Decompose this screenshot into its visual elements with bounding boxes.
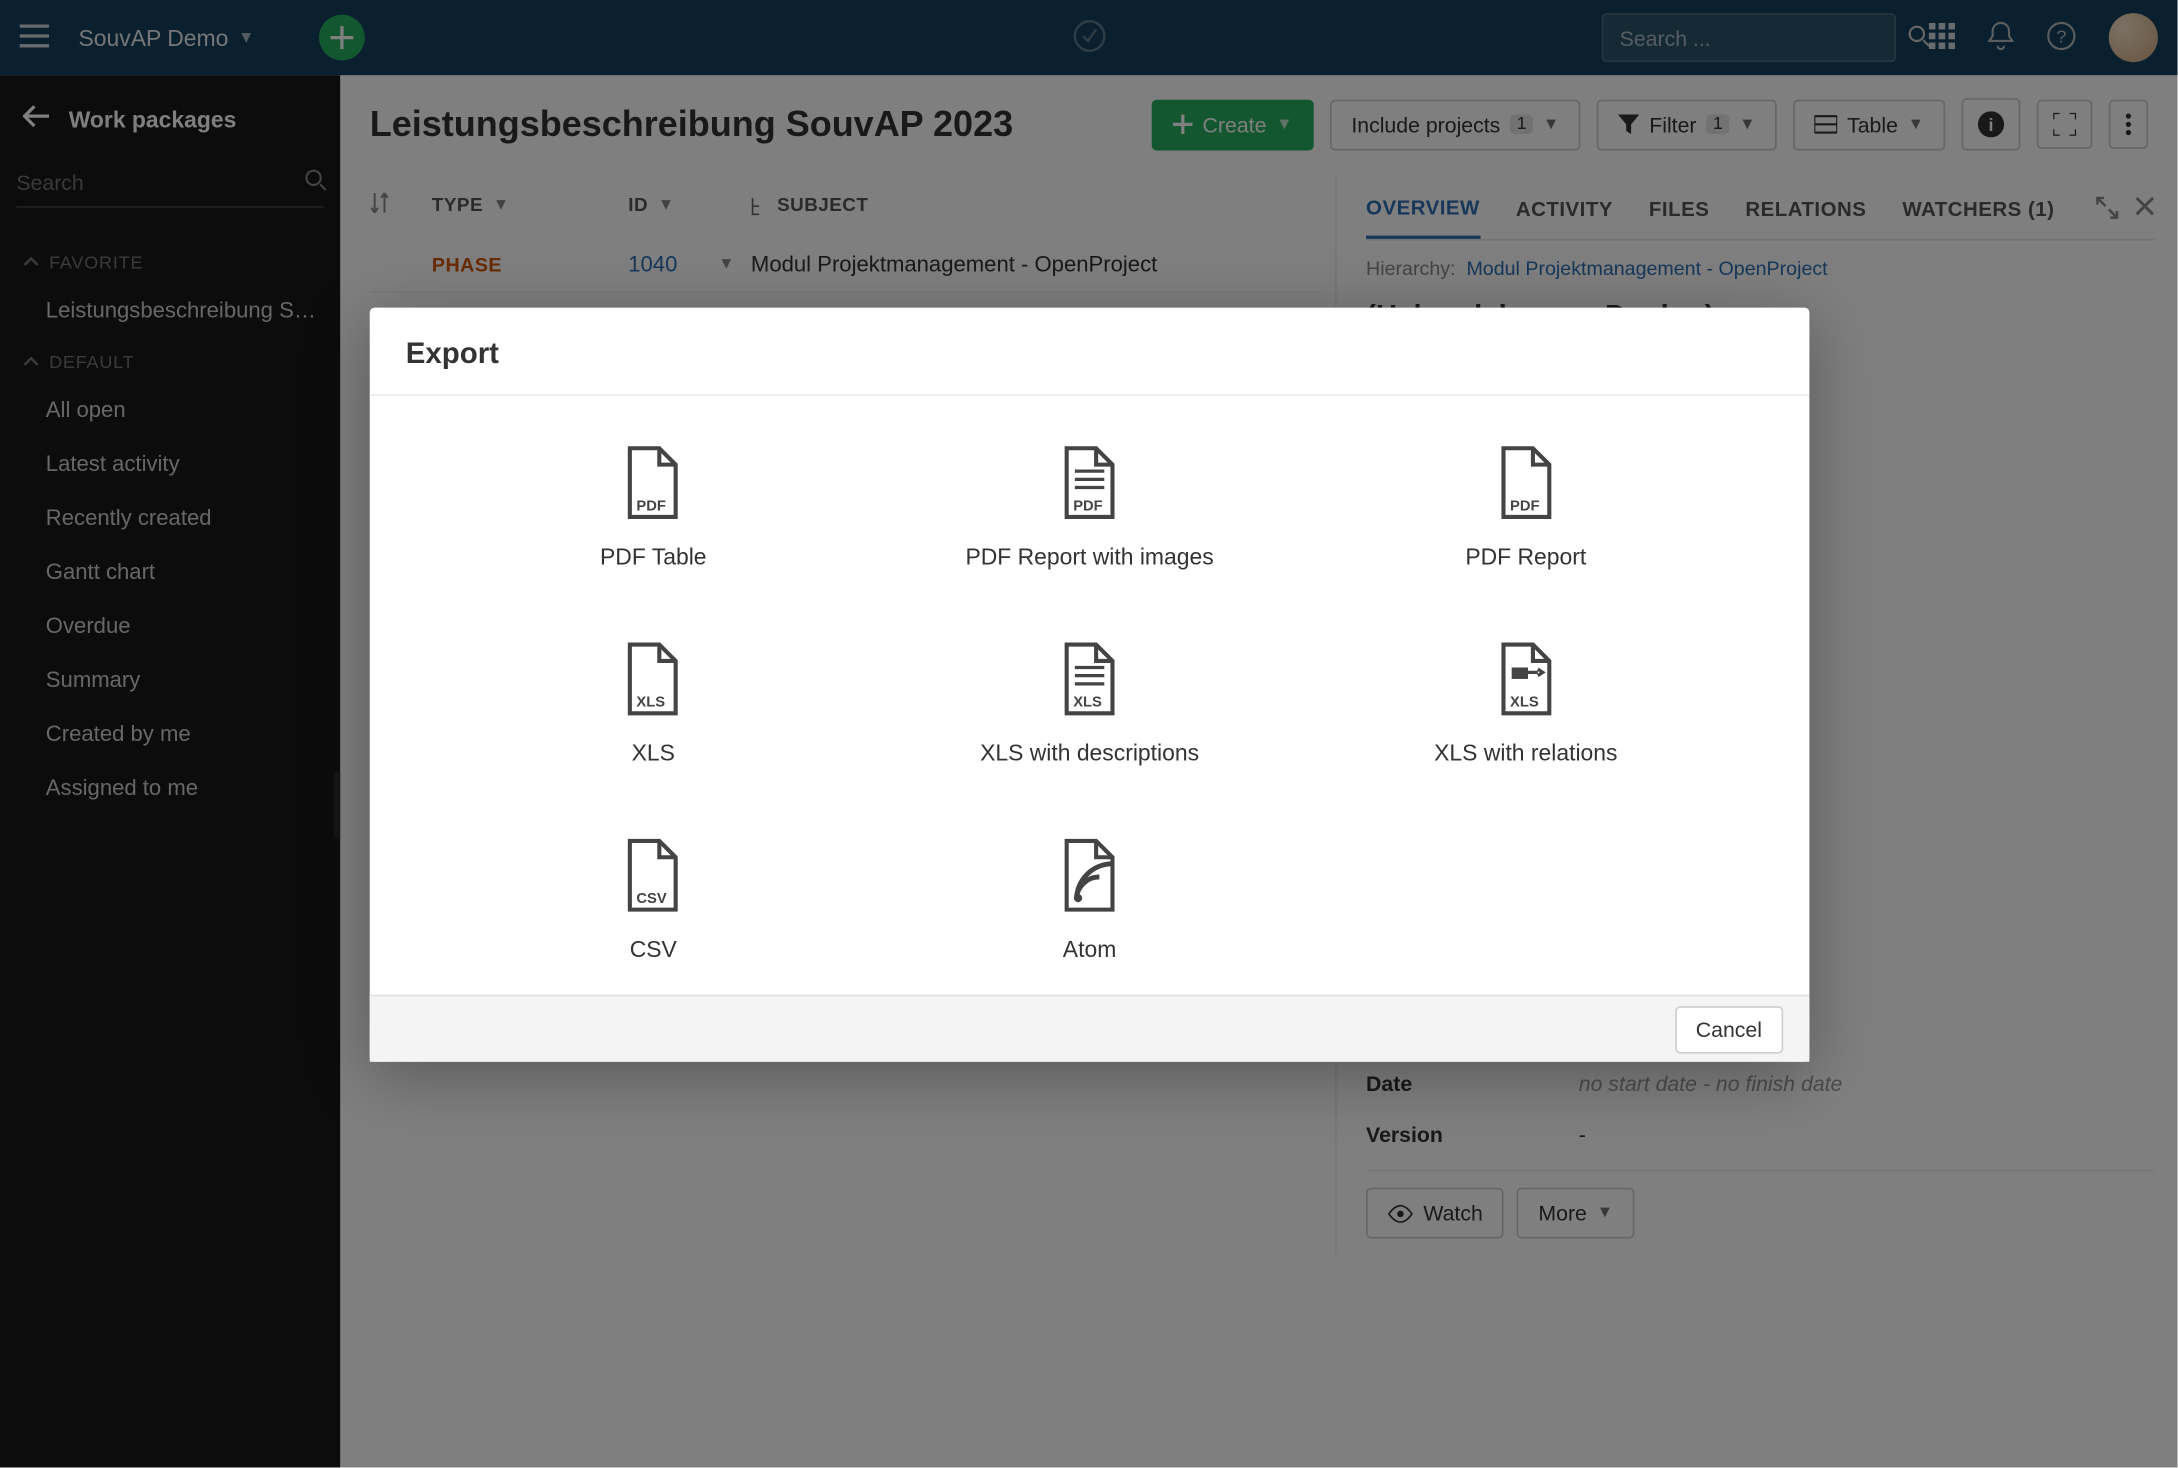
export-option[interactable]: PDF PDF Report with images: [871, 445, 1307, 569]
export-option-label: CSV: [435, 936, 871, 962]
document-icon: XLS: [1496, 641, 1555, 716]
export-option-label: PDF Table: [435, 543, 871, 569]
export-option[interactable]: CSV CSV: [435, 838, 871, 962]
svg-text:XLS: XLS: [637, 695, 666, 711]
export-option[interactable]: XLS XLS with relations: [1308, 641, 1744, 765]
export-option[interactable]: XLS XLS: [435, 641, 871, 765]
svg-text:PDF: PDF: [1509, 498, 1538, 514]
export-option-label: PDF Report: [1308, 543, 1744, 569]
export-option-label: XLS with relations: [1308, 739, 1744, 765]
export-modal: Export PDF PDF Table PDF PDF Report with im…: [370, 308, 1810, 1062]
export-option[interactable]: PDF PDF Report: [1308, 445, 1744, 569]
document-icon: XLS: [624, 641, 683, 716]
document-icon: PDF: [1060, 445, 1119, 520]
svg-text:CSV: CSV: [637, 891, 667, 907]
svg-text:PDF: PDF: [1073, 498, 1102, 514]
export-option-label: XLS with descriptions: [871, 739, 1307, 765]
document-icon: XLS: [1060, 641, 1119, 716]
cancel-button[interactable]: Cancel: [1674, 1006, 1783, 1053]
svg-text:XLS: XLS: [1509, 695, 1538, 711]
export-option[interactable]: PDF PDF Table: [435, 445, 871, 569]
svg-text:XLS: XLS: [1073, 695, 1102, 711]
document-icon: PDF: [1496, 445, 1555, 520]
export-option-label: XLS: [435, 739, 871, 765]
document-icon: PDF: [624, 445, 683, 520]
export-option-label: Atom: [871, 936, 1307, 962]
document-icon: [1060, 838, 1119, 913]
export-option[interactable]: Atom: [871, 838, 1307, 962]
modal-title: Export: [370, 308, 1810, 396]
export-option[interactable]: XLS XLS with descriptions: [871, 641, 1307, 765]
document-icon: CSV: [624, 838, 683, 913]
export-option-label: PDF Report with images: [871, 543, 1307, 569]
svg-text:PDF: PDF: [637, 498, 666, 514]
